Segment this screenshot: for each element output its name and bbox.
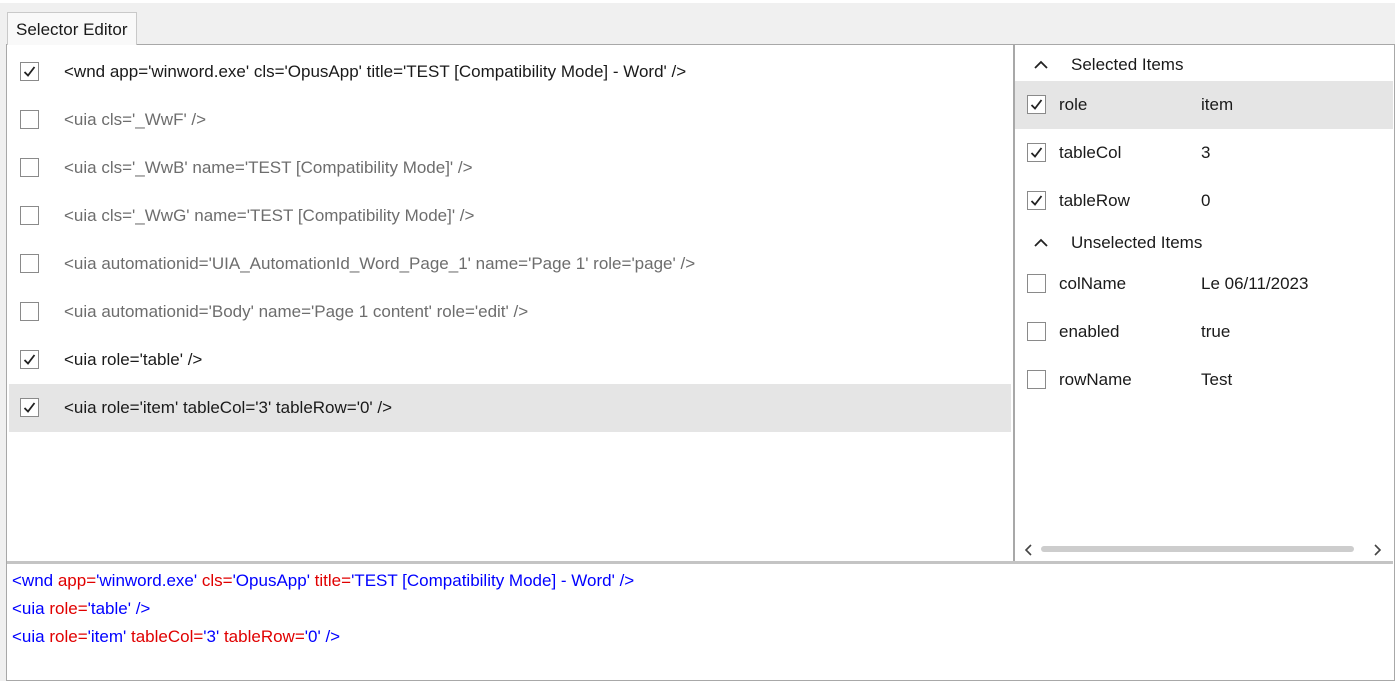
node-text: <uia role='item' tableCol='3' tableRow='… <box>64 398 393 417</box>
scroll-right-icon[interactable] <box>1372 543 1382 561</box>
node-row[interactable]: <uia cls='_WwF' /> <box>9 96 1011 144</box>
checkbox[interactable] <box>20 302 39 321</box>
checkbox[interactable] <box>20 350 39 369</box>
tag-token: /> <box>619 571 635 590</box>
checkbox[interactable] <box>1027 95 1046 114</box>
attribute-row[interactable]: enabled true <box>1015 308 1393 356</box>
attribute-row[interactable]: role item <box>1015 81 1393 129</box>
tag-token: /> <box>325 627 341 646</box>
selector-line: <uia role='item' tableCol='3' tableRow='… <box>12 623 340 651</box>
attribute-value: 3 <box>1201 143 1211 162</box>
checkmark-icon <box>1030 147 1043 158</box>
checkmark-icon <box>23 402 36 413</box>
node-text: <uia cls='_WwG' name='TEST [Compatibilit… <box>64 206 475 225</box>
node-text: <uia automationid='UIA_AutomationId_Word… <box>64 254 696 273</box>
scrollbar-thumb[interactable] <box>1041 546 1354 552</box>
attribute-row[interactable]: tableCol 3 <box>1015 129 1393 177</box>
checkmark-icon <box>1030 99 1043 110</box>
attribute-value-token: '3' <box>203 627 224 646</box>
attribute-name: role <box>1059 95 1088 114</box>
node-row[interactable]: <wnd app='winword.exe' cls='OpusApp' tit… <box>9 48 1011 96</box>
unselected-items-label: Unselected Items <box>1071 233 1203 252</box>
checkmark-icon <box>23 354 36 365</box>
attribute-row[interactable]: colName Le 06/11/2023 <box>1015 260 1393 308</box>
attribute-key-token: tableRow= <box>223 627 305 646</box>
attribute-key-token: cls= <box>201 571 233 590</box>
chevron-up-icon <box>1033 58 1049 77</box>
checkbox[interactable] <box>20 62 39 81</box>
checkbox[interactable] <box>20 254 39 273</box>
attribute-value: true <box>1201 322 1231 341</box>
node-row[interactable]: <uia automationid='Body' name='Page 1 co… <box>9 288 1011 336</box>
checkbox[interactable] <box>1027 370 1046 389</box>
checkmark-icon <box>23 66 36 77</box>
attribute-key-token: title= <box>314 571 352 590</box>
tab-selector-editor[interactable]: Selector Editor <box>7 12 137 45</box>
node-row[interactable]: <uia cls='_WwG' name='TEST [Compatibilit… <box>9 192 1011 240</box>
node-row[interactable]: <uia automationid='UIA_AutomationId_Word… <box>9 240 1011 288</box>
attribute-value: Test <box>1201 370 1233 389</box>
selector-line: <uia role='table' /> <box>12 595 150 623</box>
checkbox[interactable] <box>1027 274 1046 293</box>
attribute-name: tableCol <box>1059 143 1122 162</box>
attribute-key-token: role= <box>49 627 88 646</box>
attribute-value: Le 06/11/2023 <box>1201 274 1309 293</box>
unselected-items-header[interactable]: Unselected Items <box>1015 225 1393 261</box>
tag-token: <wnd <box>12 571 58 590</box>
attribute-value-token: 'table' <box>87 599 136 618</box>
attribute-name: tableRow <box>1059 191 1130 210</box>
node-text: <uia cls='_WwF' /> <box>64 110 207 129</box>
node-list: <wnd app='winword.exe' cls='OpusApp' tit… <box>7 45 1013 561</box>
attribute-name: colName <box>1059 274 1127 293</box>
checkbox[interactable] <box>20 398 39 417</box>
selector-preview[interactable]: <wnd app='winword.exe' cls='OpusApp' tit… <box>7 564 1393 680</box>
attribute-value-token: 'OpusApp' <box>232 571 315 590</box>
attribute-row[interactable]: rowName Test <box>1015 356 1393 404</box>
attribute-value: 0 <box>1201 191 1211 210</box>
selected-items-header[interactable]: Selected Items <box>1015 47 1393 83</box>
attribute-value-token: 'item' <box>87 627 131 646</box>
checkbox[interactable] <box>1027 191 1046 210</box>
scroll-left-icon[interactable] <box>1024 543 1034 561</box>
node-text: <uia cls='_WwB' name='TEST [Compatibilit… <box>64 158 473 177</box>
selected-items-label: Selected Items <box>1071 55 1184 74</box>
checkbox[interactable] <box>20 158 39 177</box>
attribute-value-token: 'TEST [Compatibility Mode] - Word' <box>351 571 620 590</box>
selector-line: <wnd app='winword.exe' cls='OpusApp' tit… <box>12 567 634 595</box>
top-strip <box>0 0 1395 3</box>
tag-token: <uia <box>12 599 50 618</box>
node-row[interactable]: <uia cls='_WwB' name='TEST [Compatibilit… <box>9 144 1011 192</box>
checkbox[interactable] <box>20 206 39 225</box>
attribute-value: item <box>1201 95 1234 114</box>
checkbox[interactable] <box>20 110 39 129</box>
checkbox[interactable] <box>1027 143 1046 162</box>
checkmark-icon <box>1030 195 1043 206</box>
horizontal-scrollbar[interactable] <box>1015 538 1393 560</box>
tag-token: <uia <box>12 627 50 646</box>
attribute-key-token: app= <box>57 571 97 590</box>
attribute-panel: Selected Items role item tableCol 3 tableRow… <box>1015 45 1393 561</box>
checkbox[interactable] <box>1027 322 1046 341</box>
node-text: <wnd app='winword.exe' cls='OpusApp' tit… <box>64 62 687 81</box>
node-row[interactable]: <uia role='item' tableCol='3' tableRow='… <box>9 384 1011 432</box>
chevron-up-icon <box>1033 236 1049 255</box>
attribute-name: rowName <box>1059 370 1132 389</box>
attribute-value-token: '0' <box>304 627 326 646</box>
node-text: <uia automationid='Body' name='Page 1 co… <box>64 302 529 321</box>
attribute-key-token: role= <box>49 599 88 618</box>
attribute-name: enabled <box>1059 322 1120 341</box>
tag-token: /> <box>135 599 151 618</box>
attribute-value-token: 'winword.exe' <box>96 571 202 590</box>
attribute-key-token: tableCol= <box>130 627 204 646</box>
node-row[interactable]: <uia role='table' /> <box>9 336 1011 384</box>
attribute-row[interactable]: tableRow 0 <box>1015 177 1393 225</box>
node-text: <uia role='table' /> <box>64 350 203 369</box>
